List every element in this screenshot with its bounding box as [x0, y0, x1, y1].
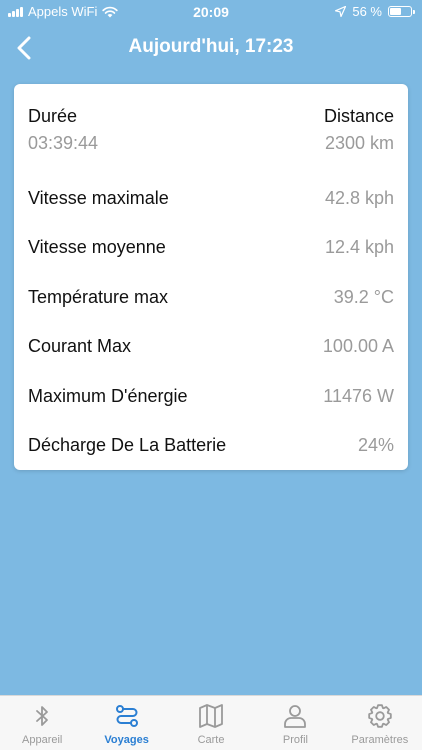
page-title: Aujourd'hui, 17:23 [128, 36, 294, 57]
duration-value: 03:39:44 [28, 133, 99, 153]
stat-row-max-power: Maximum D'énergie 11476 W [28, 383, 394, 409]
stat-row-max-current: Courant Max 100.00 A [28, 333, 394, 359]
duration-block: Durée 03:39:44 [28, 106, 98, 154]
battery-percent: 56 % [352, 4, 382, 19]
trip-summary-card: Durée 03:39:44 Distance 2300 km Vitesse … [14, 84, 408, 470]
stat-row-battery-discharge: Décharge De La Batterie 24% [28, 432, 394, 458]
route-icon [115, 705, 138, 727]
tab-label: Carte [197, 734, 225, 746]
location-arrow-icon [335, 6, 347, 17]
map-icon [199, 704, 223, 728]
tab-label: Voyages [104, 734, 149, 746]
tab-carte[interactable]: Carte [169, 696, 253, 750]
bluetooth-icon [36, 706, 49, 726]
stat-row-max-speed: Vitesse maximale 42.8 kph [28, 185, 394, 211]
person-icon [284, 705, 307, 728]
stat-label: Courant Max [28, 335, 132, 356]
tab-voyages[interactable]: Voyages [84, 696, 168, 750]
distance-label: Distance [323, 106, 394, 126]
stat-row-avg-speed: Vitesse moyenne 12.4 kph [28, 234, 394, 260]
gear-icon [368, 704, 392, 728]
stat-value: 39.2 °C [333, 286, 394, 307]
tab-label: Appareil [22, 734, 63, 746]
battery-fill [390, 8, 401, 15]
stat-value: 24% [357, 434, 394, 455]
distance-value: 2300 km [324, 133, 394, 153]
tab-label: Paramètres [351, 734, 409, 746]
tab-profil[interactable]: Profil [253, 696, 337, 750]
battery-icon [388, 6, 415, 17]
tab-bar: Appareil Voyages Carte Profil Paramètres [0, 695, 422, 750]
nav-bar: Aujourd'hui, 17:23 [0, 24, 422, 72]
stat-value: 11476 W [323, 385, 394, 406]
tab-parametres[interactable]: Paramètres [338, 696, 422, 750]
status-bar: Appels WiFi 20:09 56 % [0, 0, 422, 24]
stat-label: Décharge De La Batterie [28, 434, 227, 455]
tab-label: Profil [282, 734, 308, 746]
duration-label: Durée [28, 106, 78, 126]
stat-label: Maximum D'énergie [28, 385, 188, 406]
duration-distance-row: Durée 03:39:44 Distance 2300 km [28, 106, 394, 156]
distance-block: Distance 2300 km [324, 106, 394, 154]
stat-label: Vitesse moyenne [28, 236, 166, 257]
stat-value: 42.8 kph [324, 187, 394, 208]
tab-appareil[interactable]: Appareil [0, 696, 84, 750]
stat-label: Température max [28, 286, 169, 307]
stat-value: 100.00 A [322, 335, 394, 356]
stat-row-max-temperature: Température max 39.2 °C [28, 284, 394, 310]
status-right: 56 % [335, 4, 415, 19]
stat-label: Vitesse maximale [28, 187, 169, 208]
stat-value: 12.4 kph [324, 236, 394, 257]
